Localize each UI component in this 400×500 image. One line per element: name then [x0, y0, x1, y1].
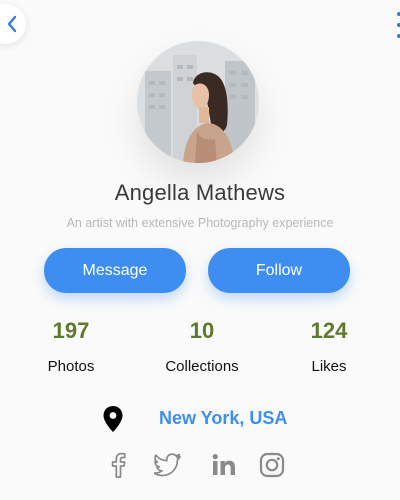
facebook-icon[interactable] [104, 451, 132, 479]
map-pin-icon [102, 405, 124, 433]
follow-button[interactable]: Follow [208, 248, 350, 293]
stat-photos-label[interactable]: Photos [11, 358, 131, 375]
chevron-left-icon [7, 15, 17, 33]
profile-bio: An artist with extensive Photography exp… [66, 216, 334, 230]
stat-likes-value: 124 [310, 318, 348, 343]
location-text[interactable]: New York, USA [159, 408, 287, 429]
stat-likes-label[interactable]: Likes [269, 358, 389, 375]
stat-collections-label[interactable]: Collections [142, 358, 262, 375]
profile-name: Angella Mathews [114, 180, 286, 205]
avatar [137, 41, 259, 163]
back-button[interactable] [0, 4, 26, 44]
stat-photos-value: 197 [52, 318, 90, 343]
stat-collections-value: 10 [189, 318, 215, 343]
more-menu-button[interactable] [396, 12, 400, 38]
instagram-icon[interactable] [258, 451, 286, 479]
linkedin-icon[interactable] [210, 451, 238, 479]
twitter-icon[interactable] [154, 451, 182, 479]
message-button[interactable]: Message [44, 248, 186, 293]
